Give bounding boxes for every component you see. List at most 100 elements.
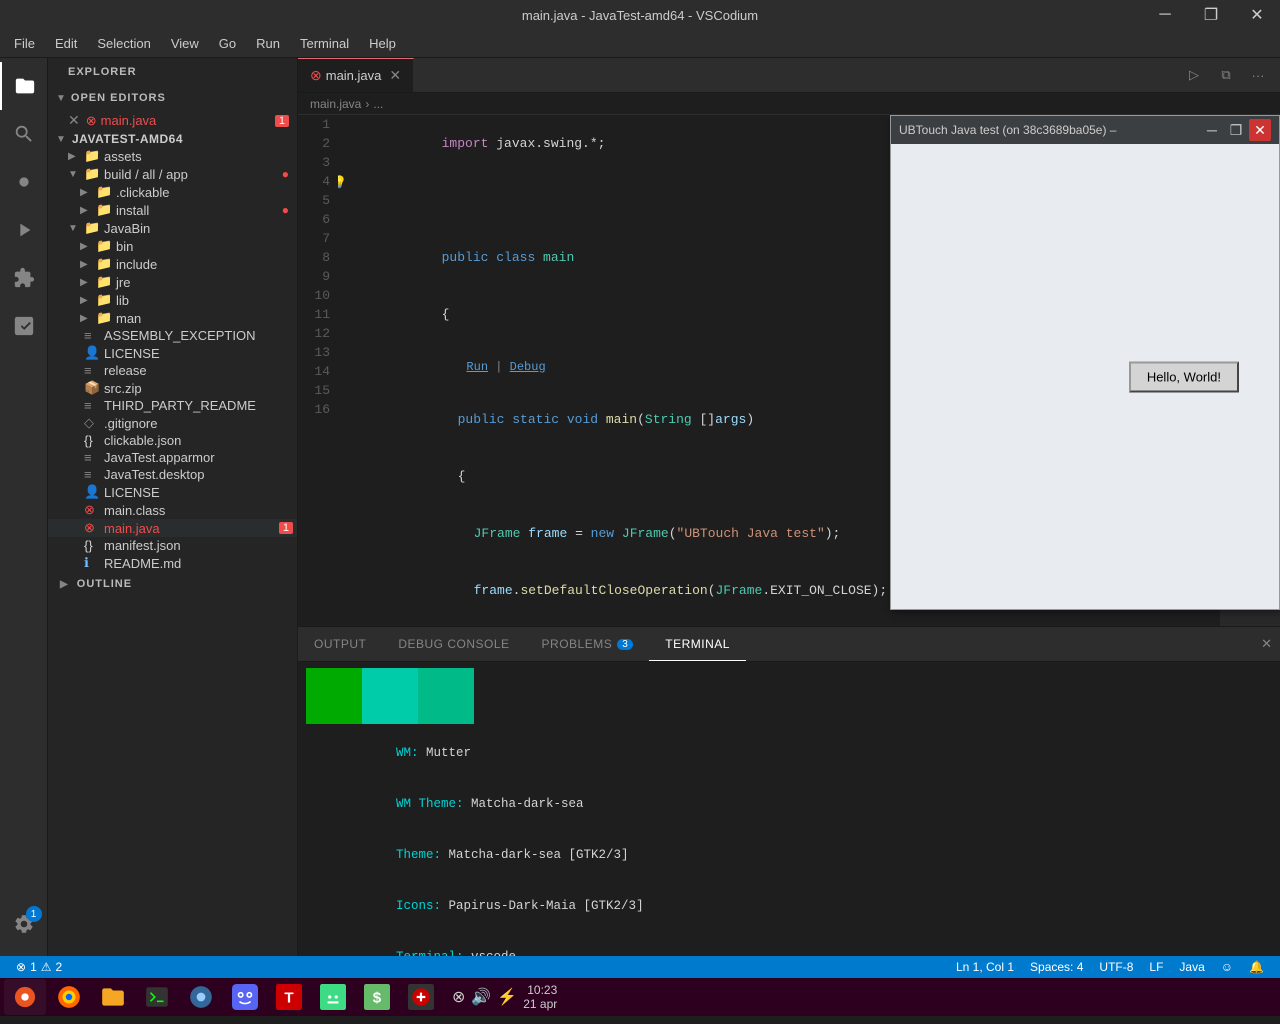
terminal-content[interactable]: WM: Mutter WM Theme: Matcha-dark-sea The… xyxy=(298,662,1280,956)
activity-search[interactable] xyxy=(0,110,48,158)
sidebar-item-javabin[interactable]: ▼ 📁 JavaBin xyxy=(48,219,297,237)
activity-test[interactable] xyxy=(0,302,48,350)
ln2: 2 xyxy=(298,134,330,153)
close-editor-icon[interactable]: ✕ xyxy=(68,112,80,129)
breadcrumb-symbol[interactable]: ... xyxy=(373,97,383,111)
float-restore-btn[interactable]: ❐ xyxy=(1225,119,1247,141)
taskbar-cash[interactable]: $ xyxy=(356,979,398,1015)
assets-folder-icon: 📁 xyxy=(84,148,100,164)
tab-close-icon[interactable]: ✕ xyxy=(389,67,401,84)
sidebar-item-man[interactable]: ▶ 📁 man xyxy=(48,309,297,327)
sidebar-item-main-class[interactable]: ▶ ⊗ main.class xyxy=(48,501,297,519)
status-eol[interactable]: LF xyxy=(1141,956,1171,978)
sidebar-item-src-zip[interactable]: ▶ 📦 src.zip xyxy=(48,379,297,397)
sidebar-item-assembly-exception[interactable]: ▶ ≡ ASSEMBLY_EXCEPTION xyxy=(48,327,297,344)
tab-main-java[interactable]: ⊗ main.java ✕ xyxy=(298,58,414,92)
taskbar-game[interactable] xyxy=(400,979,442,1015)
taskbar-clock[interactable]: 10:23 21 apr xyxy=(523,983,557,1011)
status-feedback[interactable]: ☺ xyxy=(1213,956,1241,978)
debug-link[interactable]: Debug xyxy=(510,360,546,374)
clickable-folder-icon: 📁 xyxy=(96,184,112,200)
more-actions-button[interactable]: ··· xyxy=(1244,61,1272,89)
mj-label: main.java xyxy=(104,521,160,536)
menu-terminal[interactable]: Terminal xyxy=(290,32,359,55)
sidebar-item-apparmor[interactable]: ▶ ≡ JavaTest.apparmor xyxy=(48,449,297,466)
lightbulb-icon[interactable]: 💡 xyxy=(338,174,347,193)
activity-explorer[interactable] xyxy=(0,62,48,110)
float-close-btn[interactable]: ✕ xyxy=(1249,119,1271,141)
taskbar-firefox[interactable] xyxy=(48,979,90,1015)
split-editor-button[interactable]: ⧉ xyxy=(1212,61,1240,89)
status-line-col[interactable]: Ln 1, Col 1 xyxy=(948,956,1022,978)
panel-close-button[interactable]: ✕ xyxy=(1253,627,1280,661)
sidebar-item-release[interactable]: ▶ ≡ release xyxy=(48,362,297,379)
minimize-button[interactable]: ─ xyxy=(1142,0,1188,30)
hello-world-button[interactable]: Hello, World! xyxy=(1129,361,1239,392)
sidebar-item-build[interactable]: ▼ 📁 build / all / app ● xyxy=(48,165,297,183)
sidebar-item-license2[interactable]: ▶ 👤 LICENSE xyxy=(48,483,297,501)
ln4: 4 xyxy=(298,172,330,191)
sidebar-item-desktop[interactable]: ▶ ≡ JavaTest.desktop xyxy=(48,466,297,483)
outline-section[interactable]: ▶ OUTLINE xyxy=(48,572,297,596)
status-right: Ln 1, Col 1 Spaces: 4 UTF-8 LF Java ☺ 🔔 xyxy=(948,956,1272,978)
sidebar-item-clickable[interactable]: ▶ 📁 .clickable xyxy=(48,183,297,201)
menu-run[interactable]: Run xyxy=(246,32,290,55)
menu-view[interactable]: View xyxy=(161,32,209,55)
tray-sound-icon[interactable]: 🔊 xyxy=(471,987,491,1007)
status-encoding[interactable]: UTF-8 xyxy=(1091,956,1141,978)
activity-settings[interactable]: 1 xyxy=(0,900,48,948)
sidebar-item-gitignore[interactable]: ▶ ◇ .gitignore xyxy=(48,414,297,432)
sidebar-item-bin[interactable]: ▶ 📁 bin xyxy=(48,237,297,255)
menu-go[interactable]: Go xyxy=(209,32,246,55)
sidebar-item-lib[interactable]: ▶ 📁 lib xyxy=(48,291,297,309)
panel-tab-problems[interactable]: PROBLEMS 3 xyxy=(526,627,650,661)
taskbar-files[interactable] xyxy=(92,979,134,1015)
restore-button[interactable]: ❐ xyxy=(1188,0,1234,30)
sidebar-item-license1[interactable]: ▶ 👤 LICENSE xyxy=(48,344,297,362)
sidebar-item-clickable-json[interactable]: ▶ {} clickable.json xyxy=(48,432,297,449)
menu-edit[interactable]: Edit xyxy=(45,32,87,55)
sidebar-item-include[interactable]: ▶ 📁 include xyxy=(48,255,297,273)
taskbar-terminal[interactable] xyxy=(136,979,178,1015)
close-button[interactable]: ✕ xyxy=(1234,0,1280,30)
activity-source-control[interactable] xyxy=(0,158,48,206)
status-errors[interactable]: ⊗ 1 ⚠ 2 xyxy=(8,956,70,978)
status-bell[interactable]: 🔔 xyxy=(1241,956,1272,978)
open-editor-main-java[interactable]: ✕ ⊗ main.java 1 xyxy=(48,110,297,131)
sidebar-item-readme[interactable]: ▶ ℹ README.md xyxy=(48,554,297,572)
sidebar-item-install[interactable]: ▶ 📁 install ● xyxy=(48,201,297,219)
menu-help[interactable]: Help xyxy=(359,32,406,55)
breadcrumb-file[interactable]: main.java xyxy=(310,97,361,111)
activity-extensions[interactable] xyxy=(0,254,48,302)
menu-selection[interactable]: Selection xyxy=(87,32,160,55)
open-editors-section[interactable]: ▼ OPEN EDITORS xyxy=(48,86,297,110)
taskbar-android[interactable] xyxy=(312,979,354,1015)
tray-battery-icon[interactable]: ⚡ xyxy=(497,987,517,1007)
taskbar-text-editor[interactable]: T xyxy=(268,979,310,1015)
run-link[interactable]: Run xyxy=(466,360,488,374)
tray-network-icon[interactable]: ⊗ xyxy=(452,987,465,1007)
title-bar: main.java - JavaTest-amd64 - VSCodium ─ … xyxy=(0,0,1280,30)
sidebar-item-third-party[interactable]: ▶ ≡ THIRD_PARTY_README xyxy=(48,397,297,414)
root-folder[interactable]: ▼ JAVATEST-AMD64 xyxy=(48,131,297,147)
run-button[interactable]: ▷ xyxy=(1180,61,1208,89)
discord-icon xyxy=(232,984,258,1010)
taskbar-system-launcher[interactable] xyxy=(4,979,46,1015)
activity-run[interactable] xyxy=(0,206,48,254)
sidebar-item-main-java[interactable]: ▶ ⊗ main.java 1 xyxy=(48,519,297,537)
sidebar-item-assets[interactable]: ▶ 📁 assets xyxy=(48,147,297,165)
status-errors-count: 1 xyxy=(30,960,37,974)
taskbar-settings[interactable] xyxy=(180,979,222,1015)
panel-tab-output[interactable]: OUTPUT xyxy=(298,627,382,661)
sidebar-item-jre[interactable]: ▶ 📁 jre xyxy=(48,273,297,291)
status-language[interactable]: Java xyxy=(1171,956,1212,978)
aa-icon: ≡ xyxy=(84,450,100,465)
sidebar-item-manifest[interactable]: ▶ {} manifest.json xyxy=(48,537,297,554)
menu-file[interactable]: File xyxy=(4,32,45,55)
panel-tab-debug[interactable]: DEBUG CONSOLE xyxy=(382,627,525,661)
float-minimize-btn[interactable]: ─ xyxy=(1201,119,1223,141)
clock-time: 10:23 xyxy=(523,983,557,997)
panel-tab-terminal[interactable]: TERMINAL xyxy=(649,627,746,661)
taskbar-discord[interactable] xyxy=(224,979,266,1015)
status-spaces[interactable]: Spaces: 4 xyxy=(1022,956,1091,978)
